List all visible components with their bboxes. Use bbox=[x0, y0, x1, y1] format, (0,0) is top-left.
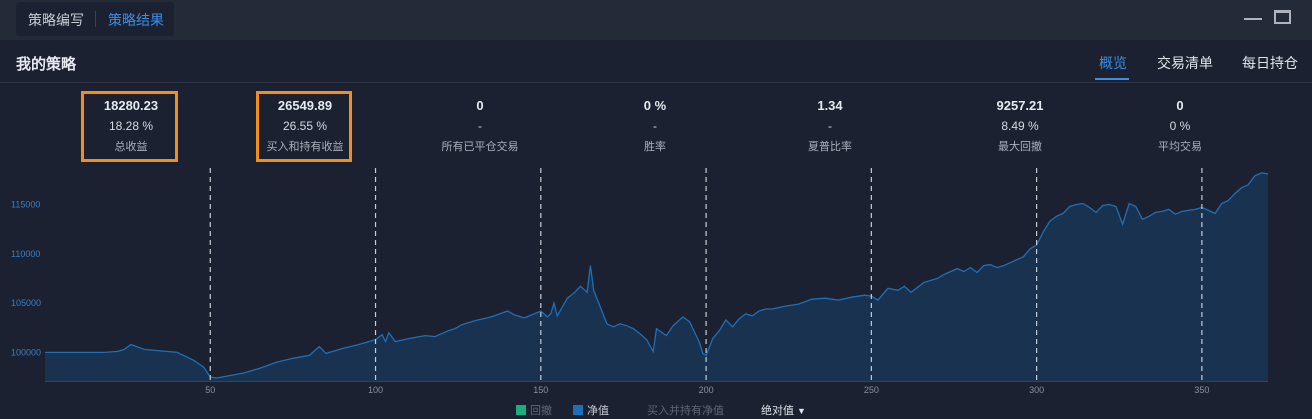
y-tick-label: 100000 bbox=[11, 347, 41, 357]
x-tick-label: 250 bbox=[864, 385, 879, 395]
mode-dropdown[interactable]: 绝对值 ▼ bbox=[761, 404, 806, 418]
legend-drawdown[interactable]: 回撤 bbox=[516, 404, 552, 418]
x-tick-label: 350 bbox=[1194, 385, 1209, 395]
net-value-swatch bbox=[573, 405, 583, 415]
x-tick-label: 200 bbox=[699, 385, 714, 395]
x-tick-label: 100 bbox=[368, 385, 383, 395]
y-tick-label: 105000 bbox=[11, 298, 41, 308]
mode-label: 绝对值 bbox=[761, 405, 794, 417]
x-tick-label: 50 bbox=[205, 385, 215, 395]
caret-down-icon: ▼ bbox=[797, 406, 806, 416]
legend-label: 回撤 bbox=[530, 405, 552, 417]
x-tick-label: 150 bbox=[533, 385, 548, 395]
legend-net-value[interactable]: 净值 bbox=[573, 404, 609, 418]
x-tick-label: 300 bbox=[1029, 385, 1044, 395]
y-tick-label: 110000 bbox=[11, 249, 40, 259]
legend-label: 买入并持有净值 bbox=[647, 405, 724, 417]
y-tick-label: 115000 bbox=[11, 199, 40, 209]
equity-chart: 50 100 150 200 250 300 350 100000 105000 110000 11… bbox=[11, 168, 1269, 395]
legend-label: 净值 bbox=[587, 405, 609, 417]
drawdown-swatch bbox=[516, 405, 526, 415]
legend-buy-hold[interactable]: 买入并持有净值 bbox=[647, 404, 724, 418]
